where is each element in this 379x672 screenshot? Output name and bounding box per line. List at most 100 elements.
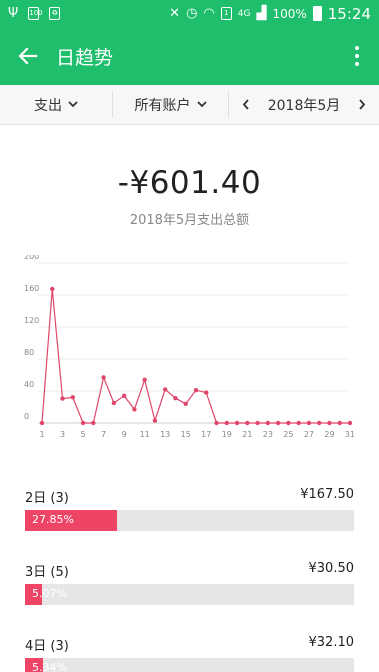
data-point [152,418,158,423]
data-point [173,396,178,401]
x-tick-label: 9 [122,430,127,439]
data-point [91,420,96,426]
total-amount: -¥601.40 [117,165,262,201]
prev-month-button[interactable] [239,99,253,110]
status-bar: Ψ 100 ♻ ✕ ◷ ◠ 1 4G ▟ 100% 15:24 [0,0,379,27]
x-tick-label: 17 [201,430,211,439]
filter-bar: 支出 所有账户 2018年5月 [0,85,379,125]
wifi-icon: ◠ [203,6,215,21]
data-point [327,420,332,426]
type-dropdown[interactable]: 支出 [0,91,113,118]
type-dropdown-label: 支出 [34,97,62,114]
data-point [337,420,342,426]
progress-track: 27.85% [25,510,354,531]
x-tick-label: 1 [39,430,44,439]
series-line [41,288,350,424]
list-item[interactable]: 2日 (3) ¥167.50 27.85% [25,487,354,531]
data-point [111,400,117,406]
data-point [101,375,106,380]
percent-label: 27.85% [32,513,74,526]
list-item[interactable]: 3日 (5) ¥30.50 5.07% [25,561,354,605]
arrow-left-icon [18,47,38,65]
sim-icon: 1 [220,7,232,20]
signal-icon: ▟ [256,6,267,21]
x-tick-label: 5 [81,430,86,439]
data-point [245,420,250,426]
data-point [286,420,291,426]
data-point [204,390,209,395]
account-dropdown-label: 所有账户 [134,97,191,114]
y-tick-label: 40 [24,380,34,389]
data-point [265,420,271,426]
data-point [183,401,188,406]
day-amount: ¥32.10 [308,635,355,650]
data-point [224,420,229,426]
next-month-button[interactable] [355,99,369,110]
data-point [70,395,75,400]
percent-label: 5.07% [32,587,67,600]
data-point [347,420,353,426]
app-bar: 日趋势 [0,27,379,85]
total-label: 2018年5月支出总额 [129,213,250,228]
day-label: 3日 (5) [25,565,69,580]
x-tick-label: 25 [283,430,293,439]
page-title: 日趋势 [56,46,114,69]
data-point [142,377,147,382]
data-point [275,420,281,426]
x-tick-label: 15 [181,430,191,439]
data-point [255,420,260,426]
network-type: 4G [237,8,251,19]
y-tick-label: 200 [24,255,39,261]
back-button[interactable] [0,27,56,85]
x-tick-label: 11 [140,430,150,439]
alarm-icon: ◷ [186,6,198,21]
data-point [80,420,86,426]
data-point [50,286,55,292]
data-point [317,420,322,426]
data-point [121,393,127,398]
y-tick-label: 0 [24,412,29,421]
data-point [163,387,168,392]
month-label: 2018年5月 [267,97,341,114]
x-tick-label: 7 [101,430,106,439]
daily-trend-chart: 040801201602001 3 5 7 9 11 13 15 17 19 21 23 25 27 29 3… [24,255,355,439]
x-tick-label: 27 [304,430,314,439]
month-selector: 2018年5月 [229,85,379,125]
data-point [306,420,312,426]
data-point [214,420,219,426]
progress-track: 5.07% [25,584,354,605]
x-tick-label: 23 [263,430,273,439]
clock: 15:24 [327,4,371,23]
battery-saver-icon: 100 [28,7,43,20]
data-point [39,420,45,426]
account-dropdown[interactable]: 所有账户 [113,91,229,118]
more-button[interactable] [335,27,379,85]
x-tick-label: 29 [324,430,334,439]
day-label: 2日 (3) [25,491,69,506]
data-point [234,420,240,426]
y-tick-label: 120 [24,316,39,325]
x-tick-label: 13 [160,430,170,439]
day-amount: ¥30.50 [308,561,355,576]
chevron-down-icon [68,101,78,108]
data-point [60,396,65,401]
x-tick-label: 3 [60,430,65,439]
data-point [296,420,301,426]
x-tick-label: 21 [242,430,252,439]
usb-icon: Ψ [8,6,19,21]
battery-percent: 100% [272,6,307,21]
percent-label: 5.34% [32,661,67,672]
progress-track: 5.34% [25,658,354,672]
mute-icon: ✕ [169,6,181,21]
list-item[interactable]: 4日 (3) ¥32.10 5.34% [25,635,354,672]
more-vertical-icon [355,46,359,50]
data-point [193,388,199,393]
day-label: 4日 (3) [25,639,69,654]
y-tick-label: 80 [24,348,34,357]
x-tick-label: 31 [345,430,355,439]
day-amount: ¥167.50 [300,487,354,502]
y-tick-label: 160 [24,284,39,293]
data-point [132,407,137,412]
recycle-icon: ♻ [49,7,61,20]
battery-icon [312,6,322,21]
